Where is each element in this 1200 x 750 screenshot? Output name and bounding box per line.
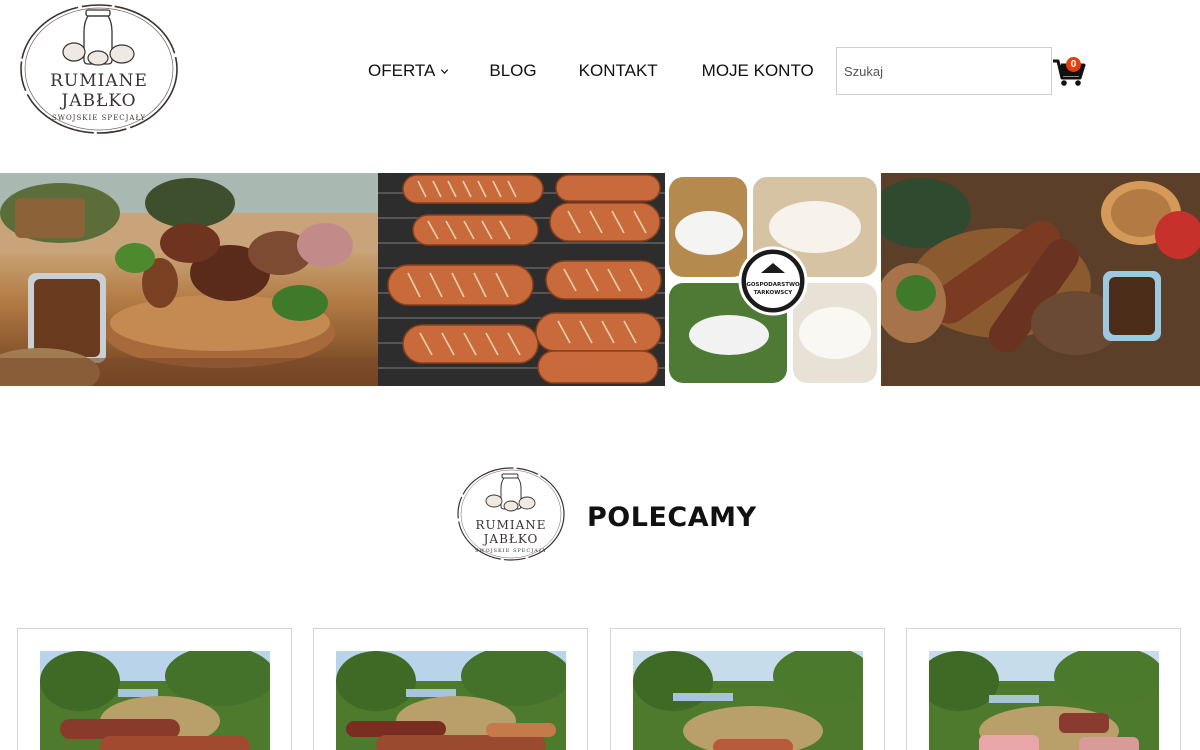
product-image[interactable] [929, 651, 1159, 750]
chevron-down-icon [441, 68, 449, 74]
section-logo-tagline: SWOJSKIE SPECJAŁY [474, 548, 548, 554]
nav-item-oferta[interactable]: OFERTA [368, 61, 449, 81]
nav-item-label: OFERTA [368, 61, 436, 80]
banner-image-cheeses: GOSPODARSTWO TARKOWSCY [665, 173, 881, 386]
nav-item-kontakt[interactable]: KONTAKT [579, 61, 658, 81]
banner-badge-line-2: TARKOWSCY [754, 290, 794, 296]
nav-item-label: MOJE KONTO [701, 61, 814, 80]
nav-item-label: KONTAKT [578, 61, 658, 80]
section-logo: RUMIANE JABŁKO SWOJSKIE SPECJAŁY [456, 466, 566, 562]
logo-line-2: JABŁKO [61, 91, 137, 111]
site-header: RUMIANE JABŁKO SWOJSKIE SPECJAŁY OFERTA … [0, 0, 1200, 160]
cart-button[interactable]: 0 [1052, 56, 1086, 88]
product-image[interactable] [40, 651, 270, 750]
banner-badge-line-1: GOSPODARSTWO [746, 282, 800, 288]
hero-banner[interactable]: GOSPODARSTWO TARKOWSCY [0, 173, 1200, 386]
product-grid [17, 628, 1183, 750]
product-card[interactable] [610, 628, 885, 750]
nav-item-label: BLOG [489, 61, 537, 80]
banner-image-meats-forest [0, 173, 378, 386]
banner-image-smoked-meats [881, 173, 1200, 386]
nav-item-moje-konto[interactable]: MOJE KONTO [702, 61, 814, 81]
section-title: POLECAMY [587, 502, 757, 533]
logo-tagline: SWOJSKIE SPECJAŁY [51, 114, 147, 122]
main-nav: OFERTA BLOG KONTAKT MOJE KONTO [368, 58, 814, 84]
nav-item-blog[interactable]: BLOG [489, 61, 536, 81]
logo-line-1: RUMIANE [50, 71, 148, 91]
product-image[interactable] [336, 651, 566, 750]
site-logo[interactable]: RUMIANE JABŁKO SWOJSKIE SPECJAŁY [18, 2, 180, 136]
search-input[interactable] [836, 47, 1052, 95]
product-card[interactable] [906, 628, 1181, 750]
banner-image-sausages-grill [378, 173, 665, 386]
product-card[interactable] [17, 628, 292, 750]
product-card[interactable] [313, 628, 588, 750]
product-image[interactable] [633, 651, 863, 750]
section-logo-line-1: RUMIANE [475, 518, 547, 532]
section-logo-line-2: JABŁKO [483, 532, 539, 546]
cart-count-badge: 0 [1066, 57, 1081, 72]
